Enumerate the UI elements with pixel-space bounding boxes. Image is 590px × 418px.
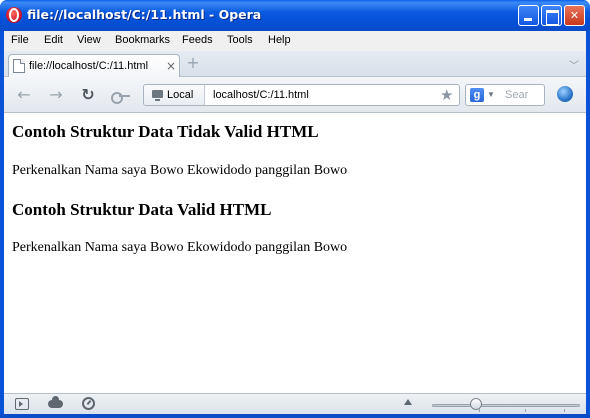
paragraph-valid: Perkenalkan Nama saya Bowo Ekowidodo pan… bbox=[12, 240, 348, 255]
address-input[interactable]: localhost/C:/11.html bbox=[213, 89, 309, 101]
close-icon: ✕ bbox=[569, 9, 580, 22]
zoom-slider[interactable] bbox=[432, 404, 580, 407]
security-badge[interactable]: Local bbox=[144, 85, 205, 105]
opera-menu-icon[interactable] bbox=[557, 86, 573, 102]
reload-icon[interactable]: ↻ bbox=[79, 86, 97, 104]
back-icon[interactable]: ← bbox=[15, 86, 33, 104]
arrow-up-icon[interactable] bbox=[404, 399, 412, 405]
speed-dial-icon[interactable] bbox=[82, 397, 95, 410]
window-title: file://localhost/C:/11.html - Opera bbox=[27, 7, 262, 22]
new-tab-icon[interactable]: + bbox=[186, 55, 200, 71]
menu-bookmarks[interactable]: Bookmarks bbox=[115, 34, 170, 46]
menu-bar: File Edit View Bookmarks Feeds Tools Hel… bbox=[4, 31, 586, 51]
zoom-tick bbox=[564, 409, 565, 412]
tab-strip: file://localhost/C:/11.html × + ﹀ bbox=[4, 51, 586, 78]
zoom-slider-thumb[interactable] bbox=[470, 398, 483, 410]
key-icon[interactable] bbox=[111, 92, 131, 104]
monitor-icon bbox=[152, 90, 163, 101]
cloud-icon[interactable] bbox=[48, 396, 63, 408]
opera-logo-icon[interactable] bbox=[6, 7, 22, 23]
tab-title: file://localhost/C:/11.html bbox=[29, 60, 149, 72]
star-icon[interactable]: ★ bbox=[440, 86, 453, 104]
heading-valid: Contoh Struktur Data Valid HTML bbox=[12, 200, 272, 219]
menu-edit[interactable]: Edit bbox=[44, 34, 63, 46]
page-icon bbox=[13, 59, 25, 73]
search-input[interactable]: Sear bbox=[505, 89, 528, 101]
menu-help[interactable]: Help bbox=[268, 34, 291, 46]
zoom-tick bbox=[479, 409, 480, 412]
maximize-button[interactable] bbox=[541, 5, 562, 26]
tab-close-icon[interactable]: × bbox=[166, 59, 176, 73]
security-label: Local bbox=[167, 89, 194, 101]
tab-menu-chevron-icon[interactable]: ﹀ bbox=[569, 57, 579, 72]
browser-frame: File Edit View Bookmarks Feeds Tools Hel… bbox=[4, 31, 586, 414]
window-bottom-border bbox=[0, 414, 590, 418]
heading-invalid: Contoh Struktur Data Tidak Valid HTML bbox=[12, 122, 319, 141]
paragraph-invalid: Perkenalkan Nama saya Bowo Ekowidodo pan… bbox=[12, 163, 348, 178]
title-bar[interactable]: file://localhost/C:/11.html - Opera ✕ bbox=[0, 0, 590, 31]
address-bar[interactable]: Local localhost/C:/11.html ★ bbox=[143, 84, 460, 106]
navigation-toolbar: ← → ↻ Local localhost/C:/11.html ★ g ▼ S… bbox=[4, 77, 586, 113]
status-bar bbox=[4, 393, 586, 414]
search-bar[interactable]: g ▼ Sear bbox=[465, 84, 545, 106]
close-button[interactable]: ✕ bbox=[564, 5, 585, 26]
menu-feeds[interactable]: Feeds bbox=[182, 34, 213, 46]
menu-file[interactable]: File bbox=[11, 34, 29, 46]
page-content: Contoh Struktur Data Tidak Valid HTML Pe… bbox=[4, 113, 586, 393]
browser-window: file://localhost/C:/11.html - Opera ✕ Fi… bbox=[0, 0, 590, 418]
forward-icon[interactable]: → bbox=[47, 86, 65, 104]
minimize-button[interactable] bbox=[518, 5, 539, 26]
menu-tools[interactable]: Tools bbox=[227, 34, 253, 46]
search-engine-icon[interactable]: ▼ bbox=[487, 90, 495, 99]
menu-view[interactable]: View bbox=[77, 34, 101, 46]
zoom-tick bbox=[525, 409, 526, 412]
panel-toggle-icon[interactable] bbox=[15, 398, 29, 410]
tab-current-page[interactable]: file://localhost/C:/11.html × bbox=[8, 54, 180, 78]
google-icon[interactable]: g bbox=[470, 88, 484, 102]
